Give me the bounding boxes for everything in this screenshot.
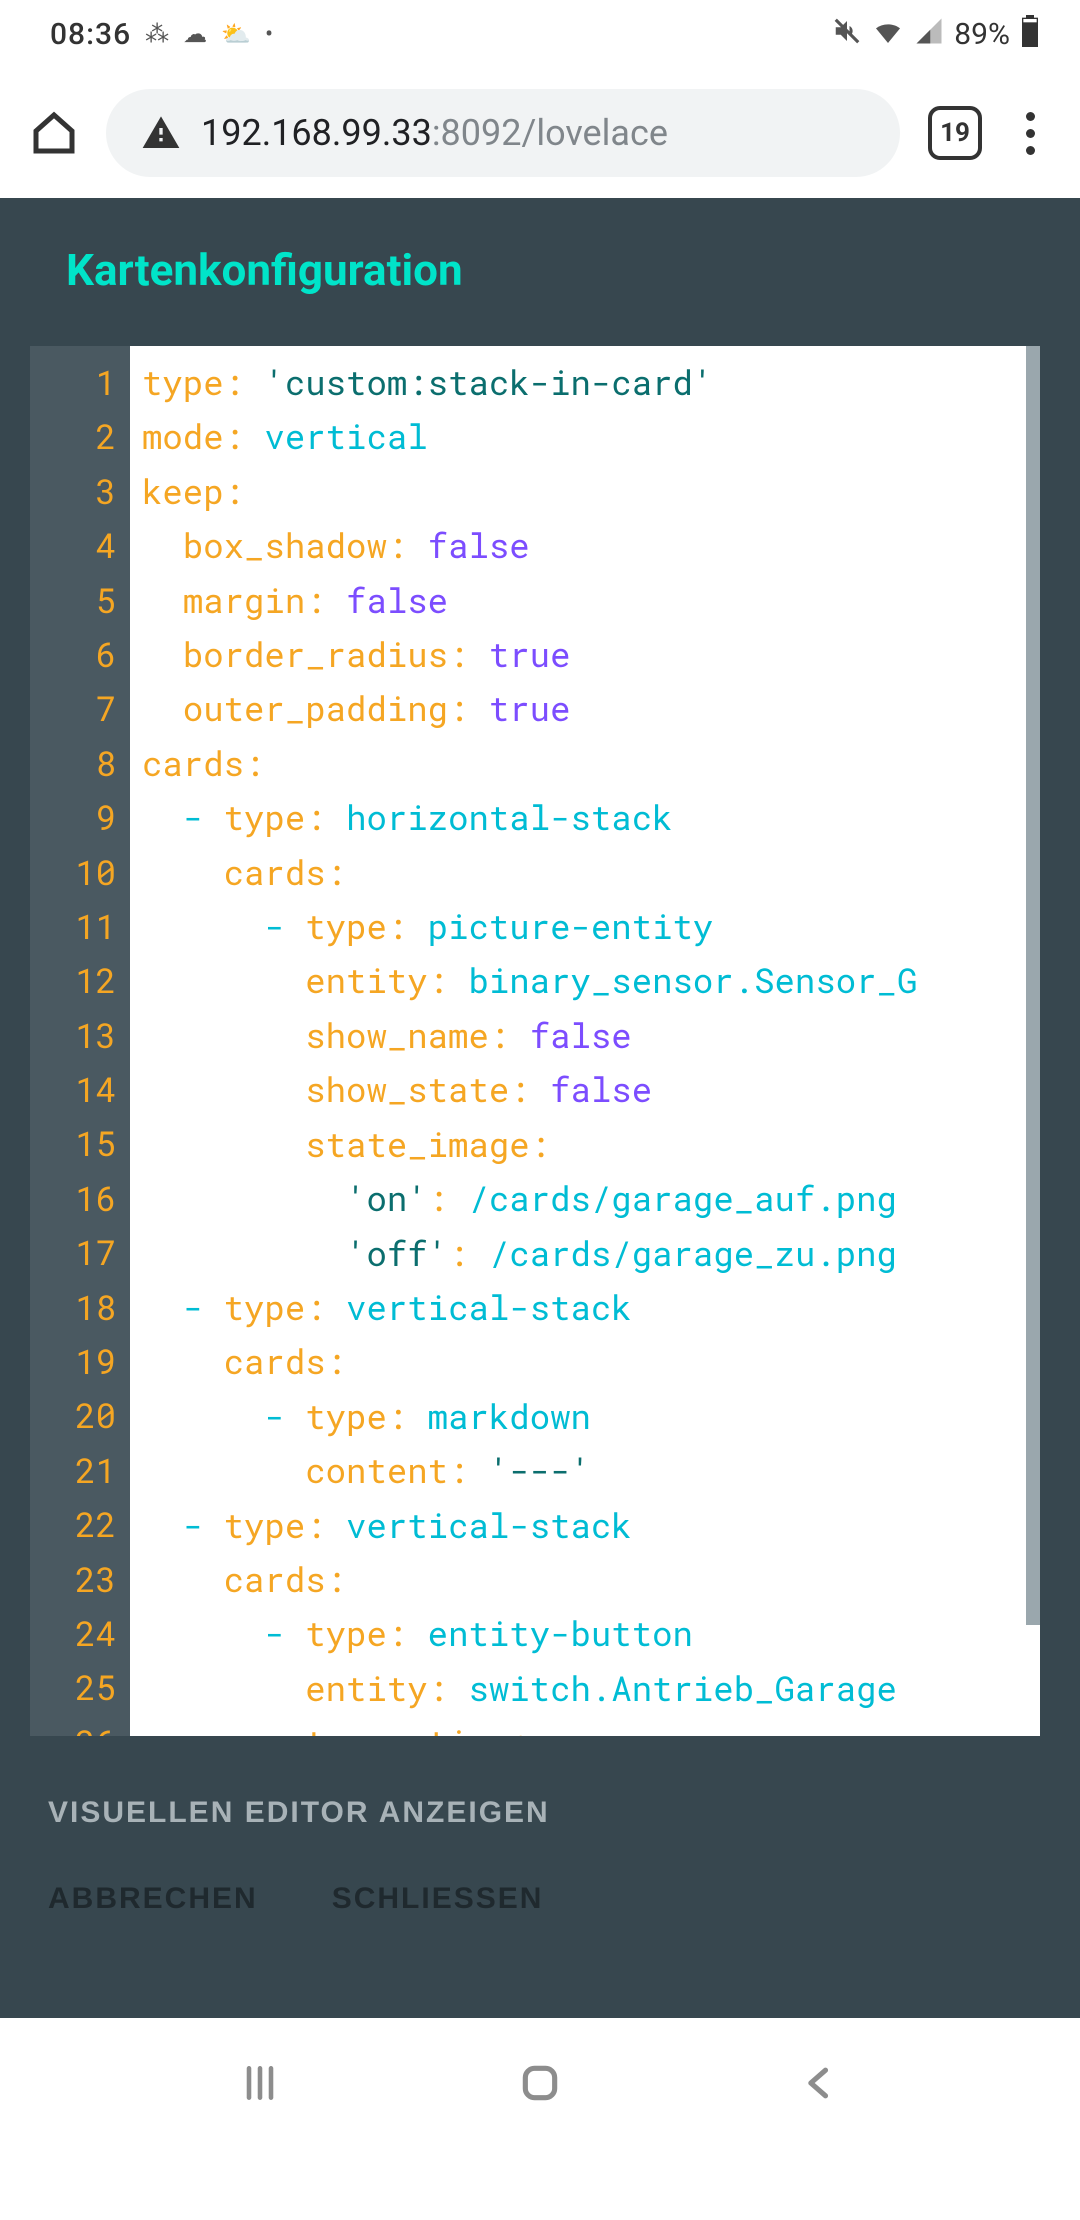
code-line[interactable]: tap_action:	[142, 1716, 1040, 1736]
code-line[interactable]: 'off': /cards/garage_zu.png	[142, 1227, 1040, 1281]
line-number: 12	[30, 954, 130, 1008]
home-icon[interactable]	[30, 109, 78, 157]
line-number-gutter: 1234567891011121314151617181920212223242…	[30, 346, 130, 1736]
address-bar[interactable]: 192.168.99.33:8092/lovelace	[106, 89, 900, 177]
code-line[interactable]: entity: switch.Antrieb_Garage	[142, 1662, 1040, 1716]
code-line[interactable]: keep:	[142, 465, 1040, 519]
home-button[interactable]	[518, 2061, 562, 2109]
line-number: 14	[30, 1063, 130, 1117]
show-visual-editor-button[interactable]: VISUELLEN EDITOR ANZEIGEN	[48, 1796, 550, 1830]
code-line[interactable]: cards:	[142, 737, 1040, 791]
line-number: 7	[30, 682, 130, 736]
insecure-icon	[141, 113, 181, 153]
url-text: 192.168.99.33:8092/lovelace	[201, 112, 668, 154]
code-line[interactable]: show_state: false	[142, 1063, 1040, 1117]
editor-scrollbar[interactable]	[1026, 346, 1040, 1736]
cancel-button[interactable]: ABBRECHEN	[48, 1882, 258, 1916]
line-number: 19	[30, 1335, 130, 1389]
code-line[interactable]: cards:	[142, 1553, 1040, 1607]
line-number: 15	[30, 1117, 130, 1171]
code-line[interactable]: - type: vertical-stack	[142, 1281, 1040, 1335]
line-number: 16	[30, 1172, 130, 1226]
line-number: 4	[30, 519, 130, 573]
line-number: 1	[30, 356, 130, 410]
line-number: 22	[30, 1498, 130, 1552]
dialog-title: Kartenkonfiguration	[66, 244, 1050, 296]
signal-icon	[914, 16, 944, 52]
code-line[interactable]: border_radius: true	[142, 628, 1040, 682]
clock: 08:36	[50, 17, 131, 52]
amazon-icon: ⁂	[145, 20, 169, 48]
code-line[interactable]: - type: entity-button	[142, 1607, 1040, 1661]
browser-toolbar: 192.168.99.33:8092/lovelace 19	[0, 68, 1080, 198]
card-config-dialog: Kartenkonfiguration 12345678910111213141…	[0, 198, 1080, 2018]
weather-icon: ⛅	[221, 20, 251, 48]
code-line[interactable]: box_shadow: false	[142, 519, 1040, 573]
android-status-bar: 08:36 ⁂ ☁ ⛅ • 89%	[0, 0, 1080, 68]
code-line[interactable]: cards:	[142, 1335, 1040, 1389]
code-line[interactable]: content: '---'	[142, 1444, 1040, 1498]
line-number: 21	[30, 1444, 130, 1498]
tabs-button[interactable]: 19	[928, 106, 982, 160]
code-line[interactable]: - type: picture-entity	[142, 900, 1040, 954]
line-number: 17	[30, 1226, 130, 1280]
code-line[interactable]: 'on': /cards/garage_auf.png	[142, 1172, 1040, 1226]
dialog-actions: VISUELLEN EDITOR ANZEIGEN ABBRECHEN SCHL…	[30, 1736, 1050, 2018]
android-nav-bar	[0, 2018, 1080, 2152]
code-line[interactable]: state_image:	[142, 1118, 1040, 1172]
overflow-menu-icon[interactable]	[1010, 112, 1050, 155]
code-line[interactable]: entity: binary_sensor.Sensor_G	[142, 954, 1040, 1008]
code-line[interactable]: - type: markdown	[142, 1390, 1040, 1444]
line-number: 18	[30, 1281, 130, 1335]
line-number: 8	[30, 737, 130, 791]
line-number: 20	[30, 1389, 130, 1443]
code-line[interactable]: type: 'custom:stack-in-card'	[142, 356, 1040, 410]
line-number: 10	[30, 846, 130, 900]
close-button[interactable]: SCHLIESSEN	[332, 1882, 544, 1916]
line-number: 25	[30, 1661, 130, 1715]
line-number: 11	[30, 900, 130, 954]
code-line[interactable]: - type: vertical-stack	[142, 1499, 1040, 1553]
battery-icon	[1020, 15, 1040, 53]
code-line[interactable]: - type: horizontal-stack	[142, 791, 1040, 845]
dot-icon: •	[265, 20, 273, 48]
battery-percent: 89%	[954, 17, 1010, 52]
yaml-editor[interactable]: 1234567891011121314151617181920212223242…	[30, 346, 1040, 1736]
line-number: 23	[30, 1553, 130, 1607]
cloud-icon: ☁	[183, 20, 207, 48]
back-button[interactable]	[798, 2061, 842, 2109]
mute-icon	[832, 16, 862, 52]
line-number: 2	[30, 410, 130, 464]
code-line[interactable]: show_name: false	[142, 1009, 1040, 1063]
code-line[interactable]: margin: false	[142, 574, 1040, 628]
code-line[interactable]: cards:	[142, 846, 1040, 900]
line-number: 13	[30, 1009, 130, 1063]
line-number: 5	[30, 574, 130, 628]
line-number: 24	[30, 1607, 130, 1661]
line-number: 3	[30, 465, 130, 519]
code-line[interactable]: mode: vertical	[142, 410, 1040, 464]
line-number: 6	[30, 628, 130, 682]
code-content[interactable]: type: 'custom:stack-in-card'mode: vertic…	[130, 346, 1040, 1736]
code-line[interactable]: outer_padding: true	[142, 682, 1040, 736]
line-number: 9	[30, 791, 130, 845]
recents-button[interactable]	[238, 2061, 282, 2109]
line-number: 26	[30, 1716, 130, 1736]
wifi-icon	[872, 15, 904, 53]
